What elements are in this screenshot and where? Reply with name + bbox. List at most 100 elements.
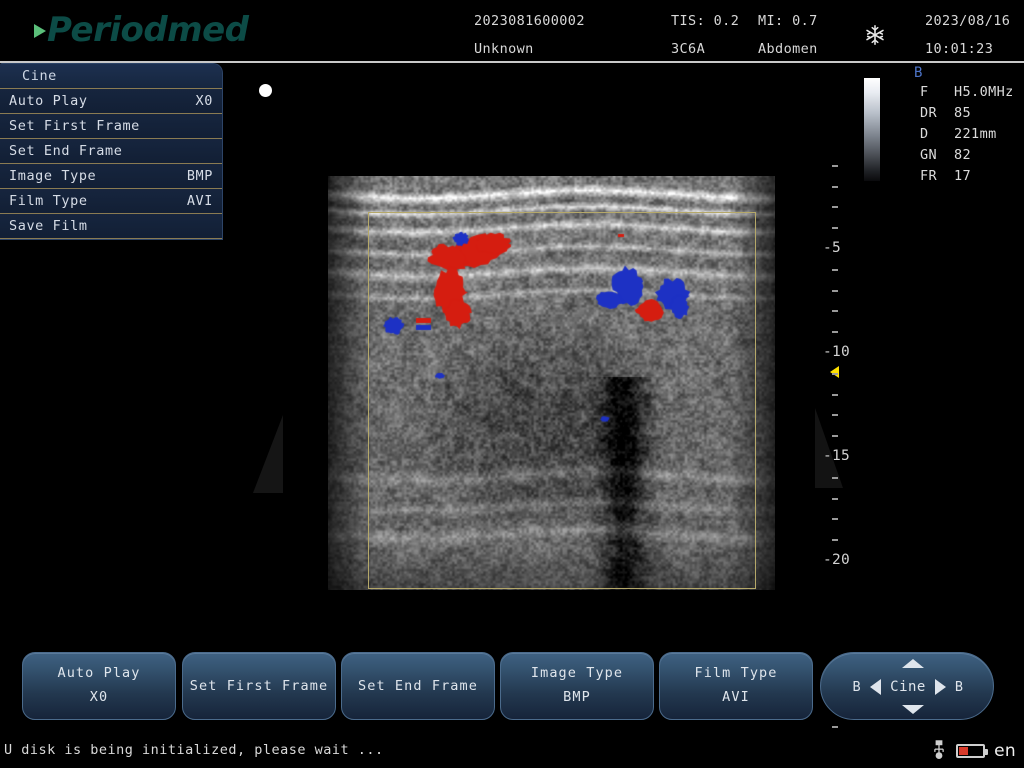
param-value: 221mm bbox=[954, 126, 997, 142]
imaging-parameter-panel: B F H5.0MHz DR 85 D 221mm GN 82 FR 17 bbox=[906, 64, 1024, 187]
button-set-end-frame[interactable]: Set End Frame bbox=[341, 652, 495, 720]
menu-item-film-type[interactable]: Film Type AVI bbox=[0, 189, 222, 214]
depth-scale: -5 -10 -15 -20 bbox=[816, 63, 864, 729]
patient-name: Unknown bbox=[474, 41, 534, 57]
nav-down-icon[interactable] bbox=[902, 705, 924, 714]
status-message: U disk is being initialized, please wait… bbox=[4, 742, 384, 758]
mi-value: MI: 0.7 bbox=[758, 13, 818, 29]
menu-item-value: AVI bbox=[186, 193, 213, 209]
nav-left-mode: B bbox=[852, 679, 862, 695]
menu-item-image-type[interactable]: Image Type BMP bbox=[0, 164, 222, 189]
sector-artifact-left bbox=[253, 415, 283, 493]
depth-minor-tick bbox=[832, 518, 838, 521]
menu-item-value: BMP bbox=[186, 168, 213, 184]
depth-label-15: -15 bbox=[823, 448, 851, 464]
battery-level bbox=[959, 747, 969, 755]
param-value: 17 bbox=[954, 168, 972, 184]
button-label: Set First Frame bbox=[189, 678, 329, 694]
grayscale-bar bbox=[864, 78, 880, 181]
button-value: AVI bbox=[722, 689, 750, 705]
param-key: D bbox=[920, 126, 929, 142]
imaging-mode-label: B bbox=[914, 65, 923, 81]
button-set-first-frame[interactable]: Set First Frame bbox=[182, 652, 336, 720]
depth-minor-tick bbox=[832, 435, 838, 438]
button-image-type[interactable]: Image Type BMP bbox=[500, 652, 654, 720]
system-tray: en bbox=[931, 740, 1016, 762]
param-depth: D 221mm bbox=[906, 124, 1024, 145]
header-bar: Periodmed 2023081600002 TIS: 0.2 MI: 0.7… bbox=[0, 0, 1024, 63]
tis-value: TIS: 0.2 bbox=[671, 13, 740, 29]
depth-minor-tick bbox=[832, 372, 838, 375]
menu-item-label: Save Film bbox=[9, 218, 88, 234]
depth-minor-tick bbox=[832, 497, 838, 500]
param-frequency: F H5.0MHz bbox=[906, 82, 1024, 103]
button-film-type[interactable]: Film Type AVI bbox=[659, 652, 813, 720]
usb-icon bbox=[934, 740, 944, 759]
nav-center-label: Cine bbox=[890, 679, 926, 695]
depth-minor-tick bbox=[832, 185, 838, 188]
menu-item-save-film[interactable]: Save Film bbox=[0, 214, 222, 239]
button-auto-play[interactable]: Auto Play X0 bbox=[22, 652, 176, 720]
patient-id: 2023081600002 bbox=[474, 13, 585, 29]
depth-label-20: -20 bbox=[823, 552, 851, 568]
button-label: Film Type bbox=[694, 665, 778, 681]
depth-minor-tick bbox=[832, 476, 838, 479]
snowflake-icon bbox=[866, 25, 884, 45]
ultrasound-canvas bbox=[328, 176, 775, 590]
probe-orientation-marker bbox=[259, 84, 272, 97]
button-value: X0 bbox=[89, 689, 109, 705]
status-bar: U disk is being initialized, please wait… bbox=[0, 736, 1024, 768]
cine-menu: Cine Auto Play X0 Set First Frame Set En… bbox=[0, 63, 223, 240]
nav-right-mode: B bbox=[954, 679, 964, 695]
param-frame-rate: FR 17 bbox=[906, 166, 1024, 187]
menu-item-label: Set First Frame bbox=[9, 118, 140, 134]
menu-item-value: X0 bbox=[195, 93, 213, 109]
system-date: 2023/08/16 bbox=[925, 13, 1011, 29]
mode-navigator[interactable]: B Cine B bbox=[820, 652, 994, 720]
language-indicator[interactable]: en bbox=[994, 741, 1016, 761]
menu-item-set-first-frame[interactable]: Set First Frame bbox=[0, 114, 222, 139]
battery-icon bbox=[956, 744, 989, 758]
b-mode-image[interactable] bbox=[328, 176, 775, 590]
button-label: Auto Play bbox=[57, 665, 141, 681]
param-key: DR bbox=[920, 105, 938, 121]
nav-left-icon[interactable] bbox=[870, 679, 882, 695]
depth-minor-tick bbox=[832, 289, 838, 292]
cine-menu-title: Cine bbox=[0, 64, 222, 89]
menu-item-auto-play[interactable]: Auto Play X0 bbox=[0, 89, 222, 114]
menu-item-set-end-frame[interactable]: Set End Frame bbox=[0, 139, 222, 164]
param-value: 85 bbox=[954, 105, 972, 121]
bottom-button-bar: Auto Play X0 Set First Frame Set End Fra… bbox=[0, 652, 1024, 724]
param-gain: GN 82 bbox=[906, 145, 1024, 166]
button-value: BMP bbox=[563, 689, 591, 705]
param-key: F bbox=[920, 84, 929, 100]
brand-logo: Periodmed bbox=[34, 12, 249, 48]
depth-minor-tick bbox=[832, 539, 838, 542]
depth-minor-tick bbox=[832, 268, 838, 271]
brand-name: Periodmed bbox=[47, 10, 249, 50]
depth-label-10: -10 bbox=[823, 344, 851, 360]
depth-minor-tick bbox=[832, 227, 838, 230]
depth-minor-tick bbox=[832, 310, 838, 313]
depth-minor-tick bbox=[832, 206, 838, 209]
button-label: Image Type bbox=[530, 665, 624, 681]
depth-minor-tick bbox=[832, 393, 838, 396]
menu-item-label: Auto Play bbox=[9, 93, 88, 109]
param-key: GN bbox=[920, 147, 938, 163]
param-key: FR bbox=[920, 168, 938, 184]
color-roi-top-edge bbox=[368, 212, 756, 213]
play-triangle-icon bbox=[34, 24, 46, 38]
depth-minor-tick bbox=[832, 726, 838, 729]
param-value: H5.0MHz bbox=[954, 84, 1014, 100]
param-value: 82 bbox=[954, 147, 972, 163]
exam-region: Abdomen bbox=[758, 41, 818, 57]
nav-right-icon[interactable] bbox=[934, 679, 946, 695]
depth-minor-tick bbox=[832, 331, 838, 334]
depth-minor-tick bbox=[832, 414, 838, 417]
menu-item-label: Film Type bbox=[9, 193, 88, 209]
ultrasound-image-area[interactable] bbox=[225, 63, 843, 623]
depth-minor-tick bbox=[832, 164, 838, 167]
param-dynamic-range: DR 85 bbox=[906, 103, 1024, 124]
button-label: Set End Frame bbox=[358, 678, 478, 694]
system-time: 10:01:23 bbox=[925, 41, 994, 57]
